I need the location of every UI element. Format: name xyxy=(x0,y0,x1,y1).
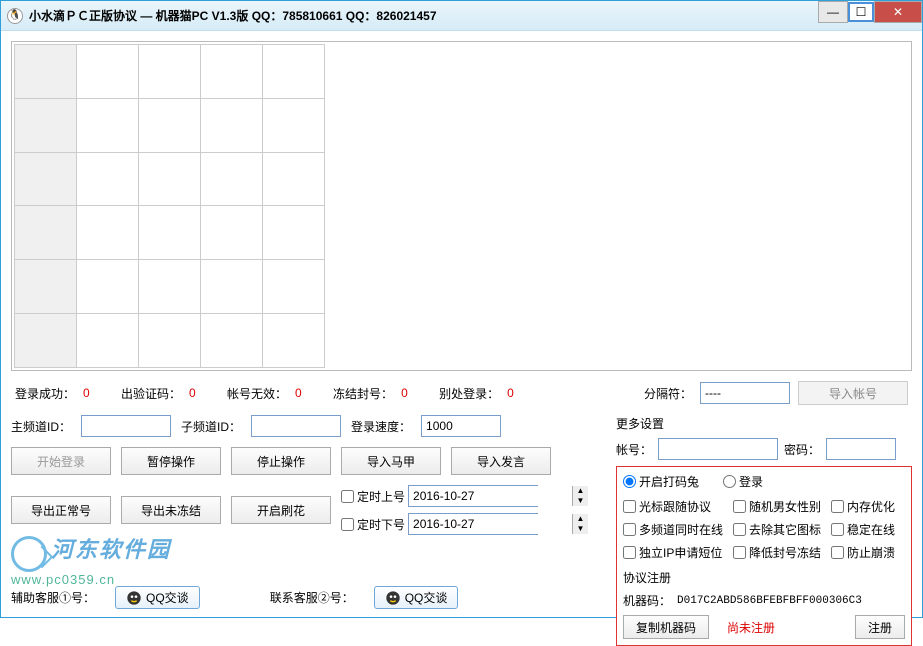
content-area: 登录成功： 0 出验证码： 0 帐号无效： 0 冻结封号： 0 别处登录： 0 … xyxy=(1,31,922,617)
unregistered-label: 尚未注册 xyxy=(727,619,775,636)
settings-box: 开启打码兔 登录 光标跟随协议 随机男女性别 内存优化 多频道同时在线 去除其它… xyxy=(616,466,912,646)
login-ok-value: 0 xyxy=(83,386,113,400)
verify-label: 出验证码： xyxy=(121,385,181,402)
maximize-button[interactable]: ☐ xyxy=(848,2,874,22)
opt-random-gender[interactable]: 随机男女性别 xyxy=(733,498,821,515)
main-channel-label: 主频道ID： xyxy=(11,418,71,435)
table-row xyxy=(15,98,325,152)
import-account-button[interactable]: 导入帐号 xyxy=(798,381,908,405)
copy-machine-code-button[interactable]: 复制机器码 xyxy=(623,615,709,639)
timer-up-checkbox[interactable] xyxy=(341,490,354,503)
login-speed-input[interactable] xyxy=(421,415,501,437)
window-controls: — ☐ ✕ xyxy=(818,1,922,23)
close-button[interactable]: ✕ xyxy=(874,1,922,23)
frozen-label: 冻结封号： xyxy=(333,385,393,402)
export-frozen-button[interactable]: 导出未冻结 xyxy=(121,496,221,524)
help1-label: 辅助客服①号： xyxy=(11,589,95,606)
opt-remove-icons[interactable]: 去除其它图标 xyxy=(733,521,821,538)
table-row xyxy=(15,260,325,314)
register-button[interactable]: 注册 xyxy=(855,615,905,639)
app-window: 🐧 小水滴ＰＣ正版协议 — 机器猫PC V1.3版 QQ：785810661 Q… xyxy=(0,0,923,618)
elsewhere-value: 0 xyxy=(507,386,537,400)
right-panel: 更多设置 帐号： 密码： 开启打码兔 登录 光标跟随协议 随机男女性别 内存 xyxy=(616,415,912,646)
login-ok-label: 登录成功： xyxy=(15,385,75,402)
table-row xyxy=(15,314,325,368)
login-radio[interactable]: 登录 xyxy=(723,473,763,490)
footer: 辅助客服①号： QQ交谈 联系客服②号： QQ交谈 xyxy=(11,586,912,609)
import-speak-button[interactable]: 导入发言 xyxy=(451,447,551,475)
data-grid[interactable] xyxy=(14,44,325,368)
mid-section: 主频道ID： 子频道ID： 登录速度： 开始登录 暂停操作 停止操作 导入马甲 … xyxy=(11,415,912,646)
more-settings-label: 更多设置 xyxy=(616,415,912,432)
data-panel xyxy=(11,41,912,371)
window-title: 小水滴ＰＣ正版协议 — 机器猫PC V1.3版 QQ：785810661 QQ：… xyxy=(29,7,916,24)
timer-down-input[interactable] xyxy=(409,514,572,534)
start-login-button[interactable]: 开始登录 xyxy=(11,447,111,475)
pause-button[interactable]: 暂停操作 xyxy=(121,447,221,475)
opt-cursor-follow[interactable]: 光标跟随协议 xyxy=(623,498,723,515)
table-row xyxy=(15,206,325,260)
account-label: 帐号： xyxy=(616,441,652,458)
invalid-label: 帐号无效： xyxy=(227,385,287,402)
qq-chat-1-button[interactable]: QQ交谈 xyxy=(115,586,200,609)
register-title: 协议注册 xyxy=(623,569,905,586)
spin-down-icon[interactable]: ▼ xyxy=(572,496,588,506)
opt-multi-channel[interactable]: 多频道同时在线 xyxy=(623,521,723,538)
status-row: 登录成功： 0 出验证码： 0 帐号无效： 0 冻结封号： 0 别处登录： 0 … xyxy=(15,381,908,405)
timer-up-label: 定时上号 xyxy=(357,488,405,505)
password-input[interactable] xyxy=(826,438,896,460)
opt-memory[interactable]: 内存优化 xyxy=(831,498,905,515)
app-icon: 🐧 xyxy=(7,8,23,24)
sub-channel-input[interactable] xyxy=(251,415,341,437)
timer-down-label: 定时下号 xyxy=(357,516,405,533)
export-ok-button[interactable]: 导出正常号 xyxy=(11,496,111,524)
stop-button[interactable]: 停止操作 xyxy=(231,447,331,475)
titlebar: 🐧 小水滴ＰＣ正版协议 — 机器猫PC V1.3版 QQ：785810661 Q… xyxy=(1,1,922,31)
spin-down-icon[interactable]: ▼ xyxy=(572,524,588,534)
opt-stable[interactable]: 稳定在线 xyxy=(831,521,905,538)
elsewhere-label: 别处登录： xyxy=(439,385,499,402)
separator-label: 分隔符： xyxy=(644,385,692,402)
frozen-value: 0 xyxy=(401,386,431,400)
timer-down-date[interactable]: ▲▼ xyxy=(408,513,538,535)
import-vest-button[interactable]: 导入马甲 xyxy=(341,447,441,475)
timer-up-date[interactable]: ▲▼ xyxy=(408,485,538,507)
table-row xyxy=(15,45,325,99)
left-controls: 主频道ID： 子频道ID： 登录速度： 开始登录 暂停操作 停止操作 导入马甲 … xyxy=(11,415,606,646)
separator-input[interactable] xyxy=(700,382,790,404)
timer-up-input[interactable] xyxy=(409,486,572,506)
account-input[interactable] xyxy=(658,438,778,460)
login-speed-label: 登录速度： xyxy=(351,418,411,435)
help2-label: 联系客服②号： xyxy=(270,589,354,606)
open-flower-button[interactable]: 开启刷花 xyxy=(231,496,331,524)
timer-down-checkbox[interactable] xyxy=(341,518,354,531)
table-row xyxy=(15,152,325,206)
main-channel-input[interactable] xyxy=(81,415,171,437)
open-code-radio[interactable]: 开启打码兔 xyxy=(623,473,699,490)
password-label: 密码： xyxy=(784,441,820,458)
opt-prevent-crash[interactable]: 防止崩溃 xyxy=(831,544,905,561)
spin-up-icon[interactable]: ▲ xyxy=(572,514,588,524)
minimize-button[interactable]: — xyxy=(818,1,848,23)
spin-up-icon[interactable]: ▲ xyxy=(572,486,588,496)
invalid-value: 0 xyxy=(295,386,325,400)
verify-value: 0 xyxy=(189,386,219,400)
qq-icon xyxy=(126,590,142,606)
qq-icon xyxy=(385,590,401,606)
opt-ip-short[interactable]: 独立IP申请短位 xyxy=(623,544,723,561)
sub-channel-label: 子频道ID： xyxy=(181,418,241,435)
qq-chat-2-button[interactable]: QQ交谈 xyxy=(374,586,459,609)
opt-reduce-ban[interactable]: 降低封号冻结 xyxy=(733,544,821,561)
